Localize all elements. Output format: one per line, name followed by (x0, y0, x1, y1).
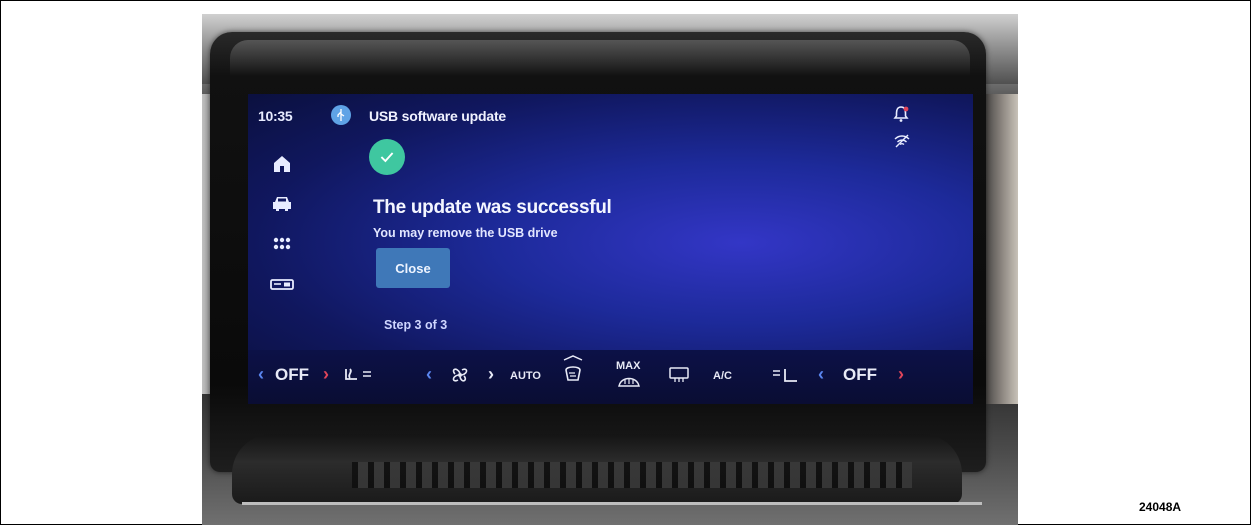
no-wifi-icon (894, 134, 910, 148)
chrome-strip (242, 502, 982, 505)
apps-icon[interactable] (270, 234, 294, 254)
usb-glyph (337, 109, 345, 121)
fan-down-icon[interactable]: ‹ (426, 364, 432, 385)
update-headline: The update was successful (373, 197, 612, 218)
media-icon[interactable] (270, 274, 294, 294)
checkmark-glyph (380, 152, 394, 163)
airflow-mode-icon[interactable] (558, 354, 588, 388)
update-subline: You may remove the USB drive (373, 226, 558, 240)
right-temp-down-icon[interactable]: ‹ (818, 364, 824, 385)
ac-button[interactable]: A/C (713, 370, 732, 382)
notification-bell-icon[interactable] (892, 105, 910, 123)
left-temp-down-icon[interactable]: ‹ (258, 364, 264, 385)
app-title: USB software update (369, 108, 506, 124)
right-temp-value: OFF (843, 365, 877, 384)
left-temp-value: OFF (275, 365, 309, 384)
close-button[interactable]: Close (376, 248, 450, 288)
fan-icon[interactable] (448, 364, 472, 386)
max-defrost-icon[interactable] (616, 374, 642, 388)
heated-seat-left-icon[interactable] (343, 366, 377, 386)
auto-button[interactable]: AUTO (510, 370, 541, 382)
climate-bar: ‹ OFF › ‹ › AUTO MAX A/C ‹ OFF › (248, 350, 973, 404)
fan-up-icon[interactable]: › (488, 364, 494, 385)
bezel-shine (230, 40, 970, 76)
max-defrost-label[interactable]: MAX (616, 360, 640, 372)
step-indicator: Step 3 of 3 (384, 318, 448, 332)
status-time: 10:35 (258, 108, 293, 124)
rear-defrost-icon[interactable] (668, 366, 690, 384)
car-icon[interactable] (270, 194, 294, 214)
heated-seat-right-icon[interactable] (770, 366, 800, 386)
touchscreen: 10:35 USB software update The update was… (248, 94, 973, 404)
air-vents (352, 462, 912, 488)
usb-icon (331, 105, 351, 125)
left-temp-up-icon[interactable]: › (323, 364, 329, 385)
figure-id: 24048A (1139, 500, 1182, 514)
home-icon[interactable] (270, 154, 294, 174)
infotainment-photo: 10:35 USB software update The update was… (202, 14, 1018, 525)
right-temp-up-icon[interactable]: › (898, 364, 904, 385)
success-check-icon (369, 139, 405, 175)
